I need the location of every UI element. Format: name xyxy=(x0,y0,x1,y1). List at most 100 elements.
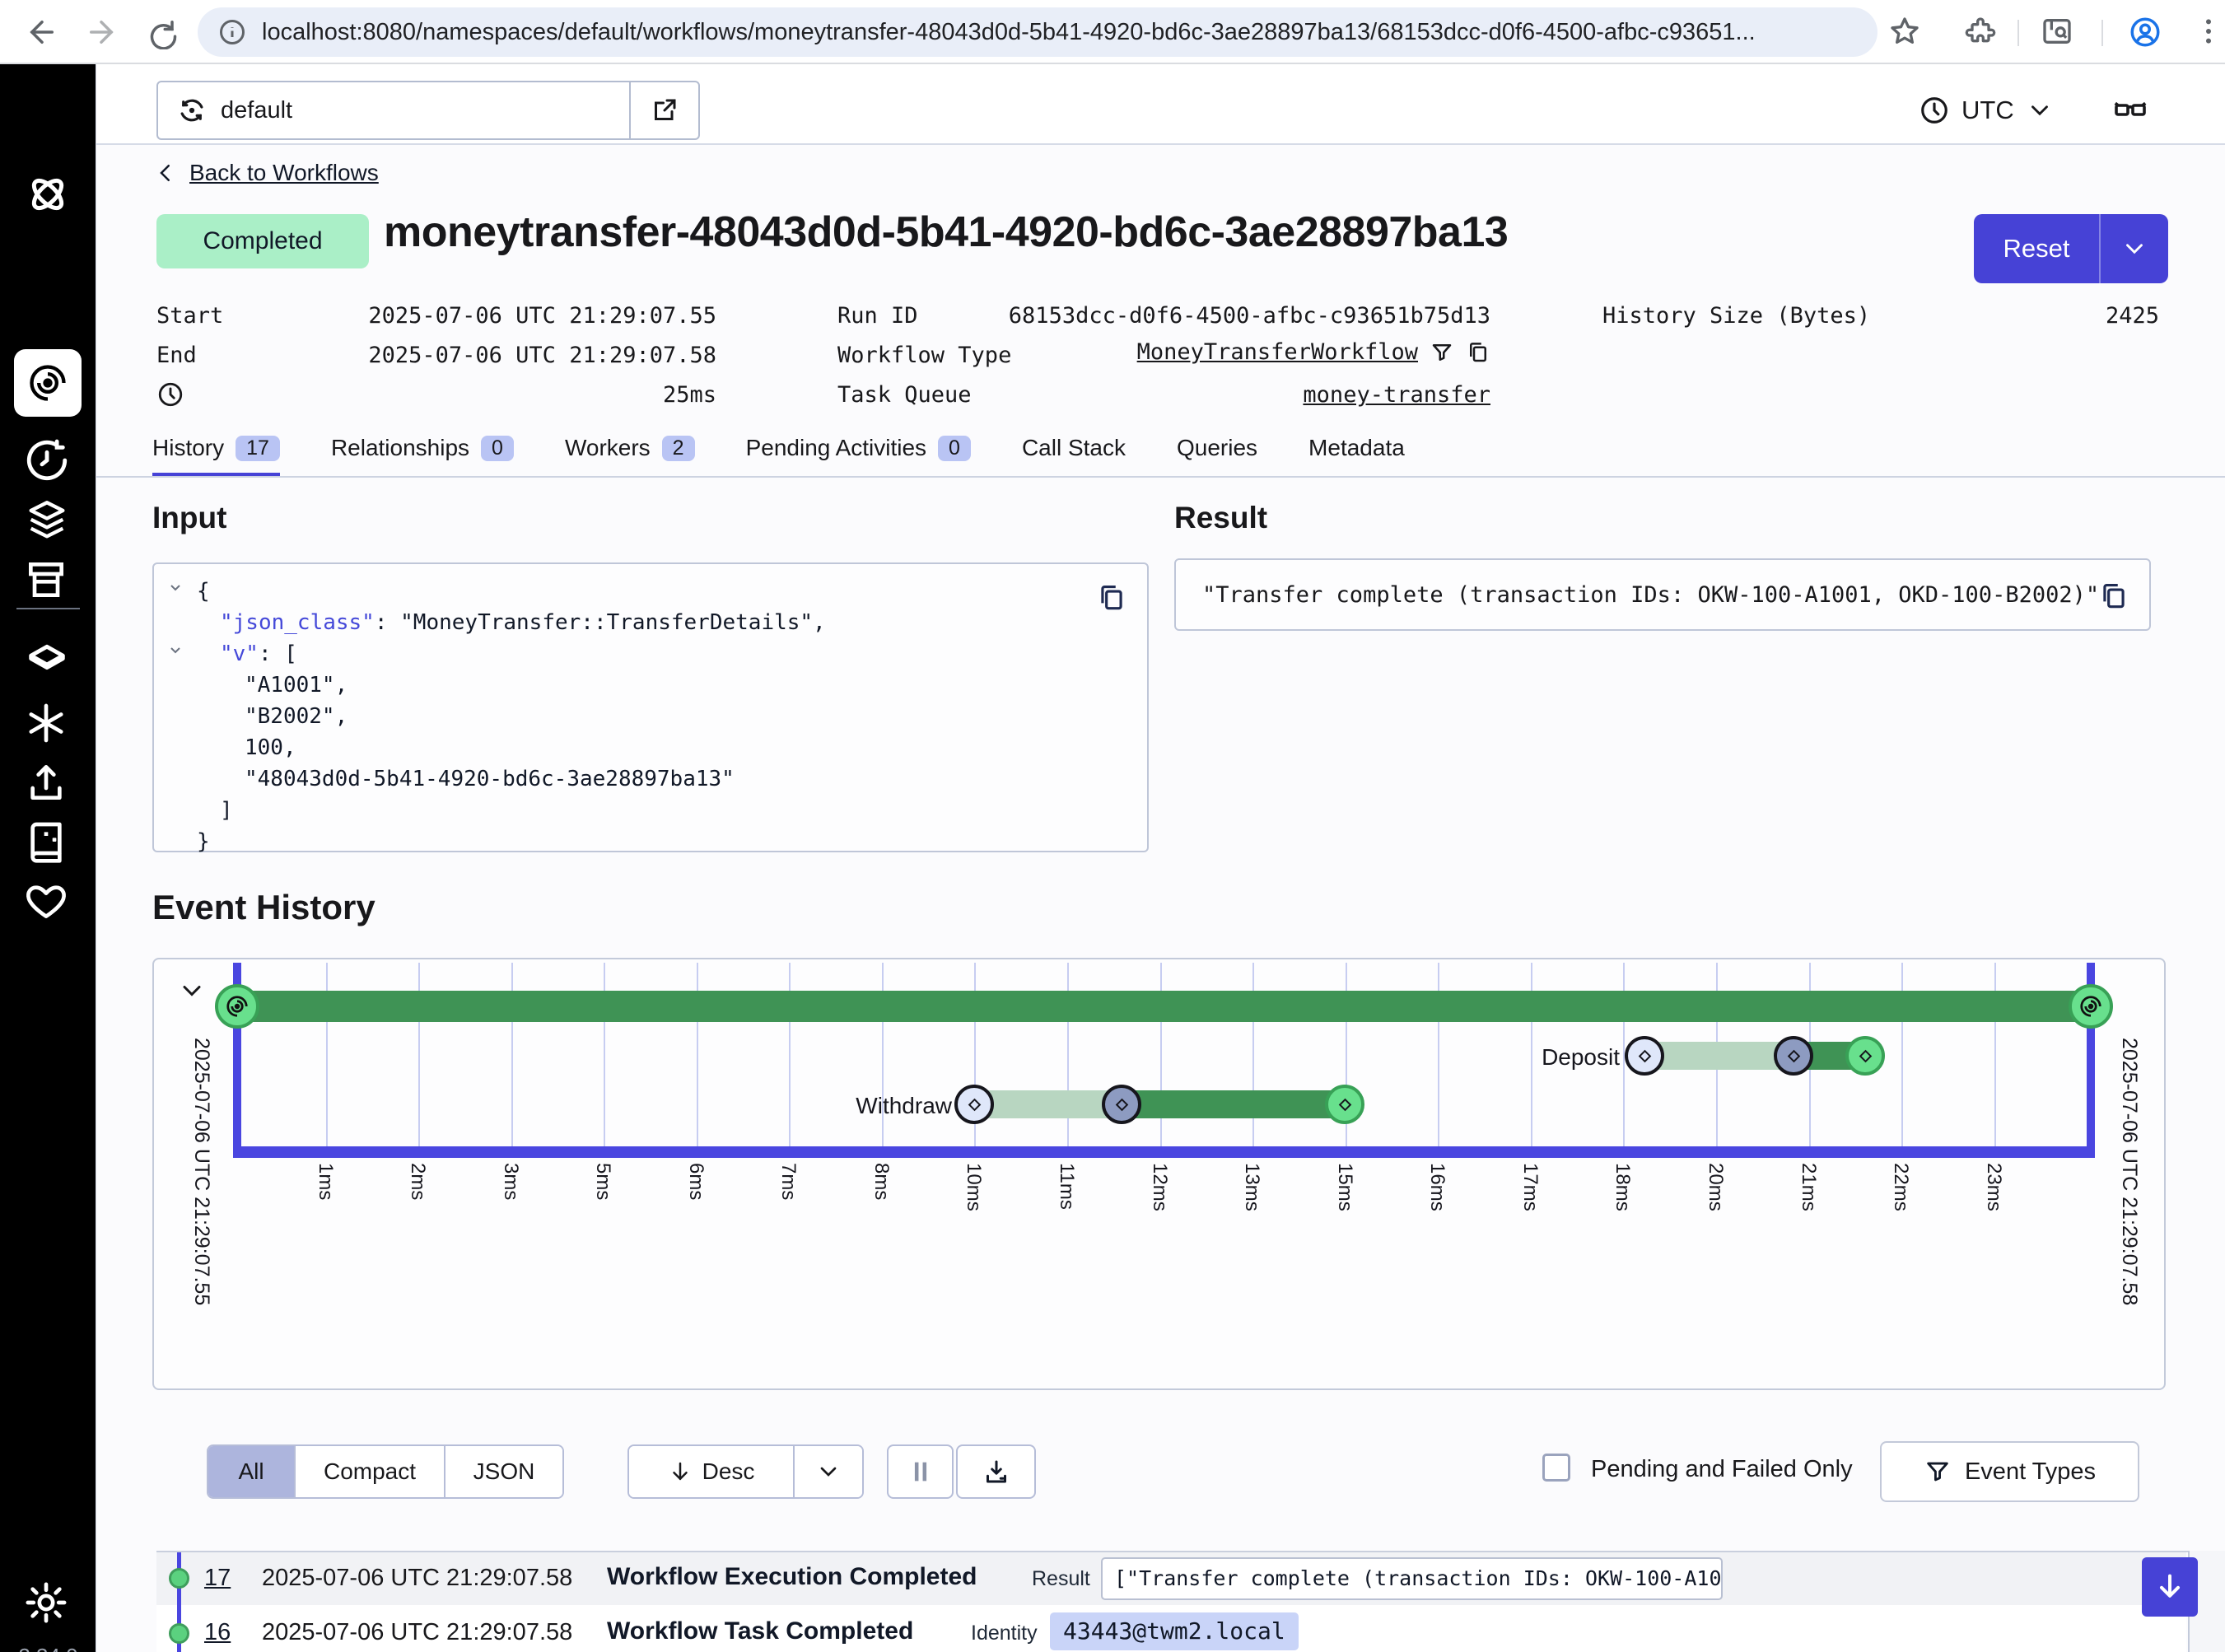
schedules-clock-icon xyxy=(23,436,71,484)
temporal-logo-icon[interactable] xyxy=(23,170,72,219)
browser-forward-icon[interactable] xyxy=(84,15,119,49)
tab-workers[interactable]: Workers 2 xyxy=(565,435,695,473)
download-history-button[interactable] xyxy=(956,1444,1036,1499)
profile-avatar-icon[interactable] xyxy=(2128,15,2162,49)
axis-tick: 11ms xyxy=(1055,1163,1078,1210)
sidebar-item-workflows[interactable] xyxy=(14,349,82,417)
copy-icon[interactable] xyxy=(1466,340,1490,365)
workflow-tabs: History 17 Relationships 0 Workers 2 Pen… xyxy=(152,435,1405,477)
tab-history[interactable]: History 17 xyxy=(152,435,280,477)
result-heading: Result xyxy=(1174,501,1267,535)
reset-menu-caret[interactable] xyxy=(2099,214,2168,283)
browser-address-bar[interactable]: localhost:8080/namespaces/default/workfl… xyxy=(198,7,1877,57)
browser-menu-icon[interactable] xyxy=(2192,15,2225,49)
namespace-selector[interactable]: default xyxy=(156,81,700,140)
tab-count-badge: 0 xyxy=(481,436,514,461)
deposit-completed-marker[interactable] xyxy=(1845,1036,1885,1076)
workflow-execution-bar[interactable] xyxy=(233,991,2095,1022)
heart-icon xyxy=(23,878,69,924)
pending-failed-checkbox[interactable] xyxy=(1542,1454,1570,1482)
workflow-end-marker[interactable] xyxy=(2069,984,2113,1029)
event-detail-value[interactable]: ["Transfer complete (transaction IDs: OK… xyxy=(1101,1557,1723,1600)
tab-call-stack[interactable]: Call Stack xyxy=(1022,435,1126,473)
json-line: "48043d0d-5b41-4920-bd6c-3ae28897ba13" xyxy=(154,763,1147,795)
pause-autorefresh-button[interactable] xyxy=(887,1444,954,1499)
json-line: "A1001", xyxy=(154,670,1147,701)
download-icon xyxy=(982,1457,1011,1486)
scroll-to-bottom-button[interactable] xyxy=(2142,1557,2198,1617)
toolbar-divider-2 xyxy=(2101,20,2103,46)
diamond-icon xyxy=(1787,1049,1800,1062)
url-text: localhost:8080/namespaces/default/workfl… xyxy=(262,19,1756,46)
tab-label: Workers xyxy=(565,435,651,461)
sidebar-item-deployments[interactable] xyxy=(23,497,72,546)
collapse-chevron-icon[interactable] xyxy=(166,640,185,660)
event-types-filter-button[interactable]: Event Types xyxy=(1880,1441,2139,1502)
arrow-down-icon xyxy=(668,1459,693,1484)
axis-tick: 8ms xyxy=(870,1163,893,1200)
sort-options-caret[interactable] xyxy=(793,1446,862,1497)
theme-toggle-sun-icon[interactable] xyxy=(23,1580,72,1629)
browser-back-icon[interactable] xyxy=(25,15,59,49)
external-link-icon xyxy=(650,96,679,125)
view-json-button[interactable]: JSON xyxy=(444,1446,562,1497)
workflow-type-row: MoneyTransferWorkflow xyxy=(1005,339,1490,365)
workflow-start-marker[interactable] xyxy=(215,984,259,1029)
tab-pending-activities[interactable]: Pending Activities 0 xyxy=(746,435,971,473)
sidebar-item-labs[interactable] xyxy=(23,819,72,868)
sidebar-item-feedback[interactable] xyxy=(23,878,72,927)
copy-input-button[interactable] xyxy=(1096,582,1127,614)
view-compact-button[interactable]: Compact xyxy=(294,1446,444,1497)
event-detail-label: Result xyxy=(1032,1567,1090,1591)
copy-result-button[interactable] xyxy=(2098,581,2129,612)
run-id-value: 68153dcc-d0f6-4500-afbc-c93651b75d13 xyxy=(1005,303,1490,329)
task-queue-link[interactable]: money-transfer xyxy=(1005,382,1490,408)
axis-tick: 15ms xyxy=(1333,1163,1356,1211)
sort-desc-button[interactable]: Desc xyxy=(629,1446,793,1497)
extensions-puzzle-icon[interactable] xyxy=(1964,15,1999,49)
deposit-scheduled-marker[interactable] xyxy=(1625,1036,1664,1076)
pause-icon xyxy=(907,1458,935,1486)
sidebar-item-schedules[interactable] xyxy=(23,436,72,486)
timeline-collapse-chevron-icon[interactable] xyxy=(177,976,207,1006)
tab-metadata[interactable]: Metadata xyxy=(1308,435,1405,473)
withdraw-started-marker[interactable] xyxy=(1102,1085,1141,1124)
namespace-current[interactable]: default xyxy=(158,82,629,138)
result-value: "Transfer complete (transaction IDs: OKW… xyxy=(1176,582,2099,608)
workflow-title: moneytransfer-48043d0d-5b41-4920-bd6c-3a… xyxy=(384,208,1508,257)
namespace-name: default xyxy=(221,97,292,124)
timezone-selector[interactable]: UTC xyxy=(1919,81,2054,140)
chevron-down-icon xyxy=(2120,235,2148,263)
filter-funnel-icon[interactable] xyxy=(1430,340,1454,365)
reset-button[interactable]: Reset xyxy=(1974,214,2168,283)
axis-tick: 13ms xyxy=(1240,1163,1263,1211)
workflow-type-link[interactable]: MoneyTransferWorkflow xyxy=(1137,339,1418,365)
browser-reload-icon[interactable] xyxy=(143,15,178,49)
back-to-workflows-link[interactable]: Back to Workflows xyxy=(153,160,379,186)
sidebar-item-nexus[interactable] xyxy=(23,700,72,749)
view-all-button[interactable]: All xyxy=(208,1446,294,1497)
namespace-external-link-button[interactable] xyxy=(629,82,698,138)
tab-queries[interactable]: Queries xyxy=(1177,435,1257,473)
reset-button-label[interactable]: Reset xyxy=(1974,214,2099,283)
collapse-chevron-icon[interactable] xyxy=(166,577,185,597)
bookmark-star-icon[interactable] xyxy=(1888,15,1923,49)
labs-glasses-toggle[interactable] xyxy=(2105,86,2156,135)
result-viewer: "Transfer complete (transaction IDs: OKW… xyxy=(1174,558,2151,631)
deposit-started-marker[interactable] xyxy=(1774,1036,1813,1076)
tab-label: Pending Activities xyxy=(746,435,926,461)
event-id-link[interactable]: 16 xyxy=(204,1619,231,1646)
tab-label: Relationships xyxy=(331,435,469,461)
axis-tick: 16ms xyxy=(1425,1163,1448,1211)
tab-relationships[interactable]: Relationships 0 xyxy=(331,435,514,473)
sidebar-item-batch[interactable] xyxy=(23,557,72,606)
side-panel-search-icon[interactable] xyxy=(2041,15,2075,49)
withdraw-scheduled-marker[interactable] xyxy=(954,1085,994,1124)
sidebar-item-import[interactable] xyxy=(23,759,72,809)
sidebar-item-namespaces[interactable] xyxy=(23,641,72,690)
toolbar-divider xyxy=(2017,20,2019,46)
event-id-link[interactable]: 17 xyxy=(204,1565,231,1592)
withdraw-completed-marker[interactable] xyxy=(1325,1085,1364,1124)
axis-tick: 18ms xyxy=(1611,1163,1634,1211)
site-info-icon[interactable] xyxy=(217,17,247,47)
